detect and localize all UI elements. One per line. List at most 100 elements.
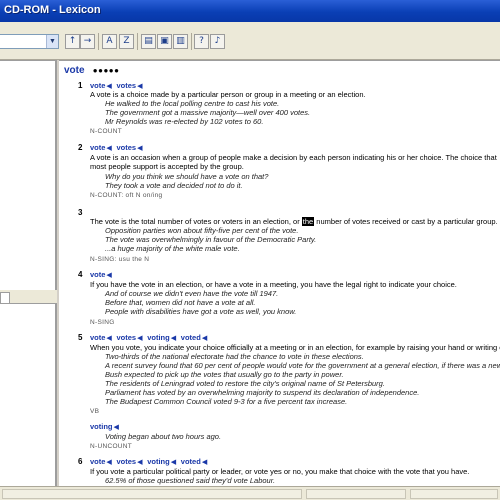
headword-line: vote ●●●●● xyxy=(64,65,119,76)
definition: The vote is the total number of votes or… xyxy=(90,217,498,226)
example: Voting began about two hours ago. xyxy=(105,432,222,441)
phrase-line: voting◀ xyxy=(90,422,122,431)
form-word: voted xyxy=(180,457,201,466)
pronounce-button[interactable]: ♪ xyxy=(210,34,225,49)
form-word: vote xyxy=(90,81,106,90)
sense-number: 2 xyxy=(78,143,83,152)
title-bar: CD-ROM - Lexicon xyxy=(0,0,500,22)
example: They took a vote and decided not to do i… xyxy=(105,181,243,190)
speaker-icon[interactable]: ◀ xyxy=(171,335,178,342)
sense-forms: vote◀ votes◀ xyxy=(90,143,145,152)
left-pane-tab[interactable] xyxy=(0,292,10,303)
word-list-pane[interactable] xyxy=(0,60,57,290)
speaker-icon[interactable]: ◀ xyxy=(137,83,144,90)
grammar-label: N-COUNT xyxy=(90,128,123,135)
forward-button[interactable]: → xyxy=(80,34,95,49)
speaker-icon[interactable]: ◀ xyxy=(106,459,113,466)
view-page-button[interactable]: ▣ xyxy=(157,34,172,49)
example: The residents of Leningrad voted to rest… xyxy=(105,379,385,388)
definition: If you have the vote in an election, or … xyxy=(90,280,457,289)
search-results-pane[interactable] xyxy=(0,304,57,486)
speaker-icon[interactable]: ◀ xyxy=(202,459,209,466)
phrase-word: voting xyxy=(90,422,113,431)
example: Before that, women did not have a vote a… xyxy=(105,298,256,307)
speaker-icon[interactable]: ◀ xyxy=(106,335,113,342)
grammar-label: N-UNCOUNT xyxy=(90,443,133,450)
frequency-dots: ●●●●● xyxy=(92,66,120,75)
entry-pane[interactable]: vote ●●●●● 1 vote◀ votes◀ A vote is a ch… xyxy=(59,60,500,486)
example: Bush expected to pick up the votes that … xyxy=(105,370,344,379)
form-word: votes xyxy=(116,457,137,466)
speaker-icon[interactable]: ◀ xyxy=(114,424,121,431)
example: People with disabilities have got a vote… xyxy=(105,307,297,316)
example: A recent survey found that 60 per cent o… xyxy=(105,361,500,370)
definition-part: number of votes received or cast by a pa… xyxy=(314,217,498,226)
headword: vote xyxy=(64,65,85,76)
grammar-label: N-COUNT: oft N on/ing xyxy=(90,192,163,199)
status-cell xyxy=(410,489,498,499)
speaker-icon[interactable]: ◀ xyxy=(106,272,113,279)
chevron-down-icon[interactable]: ▼ xyxy=(46,35,58,48)
book-view-icon: ▥ xyxy=(176,36,185,46)
definition: A vote is a choice made by a particular … xyxy=(90,90,366,99)
speaker-icon[interactable]: ◀ xyxy=(106,83,113,90)
speaker-icon[interactable]: ◀ xyxy=(171,459,178,466)
definition: A vote is an occasion when a group of pe… xyxy=(90,153,497,171)
example: And of course we didn't even have the vo… xyxy=(105,289,279,298)
status-cell xyxy=(306,489,406,499)
example: Mr Reynolds was re-elected by 102 votes … xyxy=(105,117,264,126)
grammar-label: N-SING: usu the N xyxy=(90,256,150,263)
form-word: votes xyxy=(116,143,137,152)
form-word: votes xyxy=(116,81,137,90)
sort-az-button[interactable]: A xyxy=(102,34,117,49)
sense-forms: vote◀ votes◀ voting◀ voted◀ xyxy=(90,333,210,342)
example: ...a huge majority of the white male vot… xyxy=(105,244,240,253)
speaker-icon[interactable]: ◀ xyxy=(137,145,144,152)
form-word: vote xyxy=(90,143,106,152)
sort-za-button[interactable]: Z xyxy=(119,34,134,49)
sense-forms: vote◀ votes◀ xyxy=(90,81,145,90)
sense-number: 1 xyxy=(78,81,83,90)
grammar-label: N-SING xyxy=(90,319,115,326)
definition: If you vote a particular political party… xyxy=(90,467,470,476)
list-view-icon: ▤ xyxy=(144,36,153,46)
speaker-icon[interactable]: ◀ xyxy=(137,459,144,466)
window-title: CD-ROM - Lexicon xyxy=(4,4,101,16)
definition-part: The vote is the total number of votes or… xyxy=(90,217,302,226)
speaker-icon[interactable]: ◀ xyxy=(137,335,144,342)
view-book-button[interactable]: ▥ xyxy=(173,34,188,49)
sense-forms: vote◀ xyxy=(90,270,114,279)
speaker-icon[interactable]: ◀ xyxy=(106,145,113,152)
sort-z-icon: Z xyxy=(123,36,130,46)
toolbar: ▼ ↑ → A Z ▤ ▣ ▥ ? ♪ xyxy=(0,22,500,60)
sense-forms: vote◀ votes◀ voting◀ voted◀ xyxy=(90,457,210,466)
forward-arrow-icon: → xyxy=(83,36,92,46)
help-icon: ? xyxy=(199,36,204,46)
left-pane-tabs xyxy=(0,290,57,304)
sense-number: 3 xyxy=(78,208,83,217)
grammar-label: VB xyxy=(90,408,100,415)
example: Parliament has voted by an overwhelming … xyxy=(105,388,420,397)
form-word: vote xyxy=(90,270,106,279)
form-word: vote xyxy=(90,333,106,342)
view-list-button[interactable]: ▤ xyxy=(141,34,156,49)
help-button[interactable]: ? xyxy=(194,34,209,49)
speaker-icon[interactable]: ◀ xyxy=(202,335,209,342)
form-word: voted xyxy=(180,333,201,342)
example: Two-thirds of the national electorate ha… xyxy=(105,352,364,361)
toolbar-separator xyxy=(191,33,192,50)
sense-number: 6 xyxy=(78,457,83,466)
example: The Budapest Common Council voted 9-3 fo… xyxy=(105,397,348,406)
toolbar-separator xyxy=(137,33,138,50)
status-bar xyxy=(0,486,500,500)
sense-number: 4 xyxy=(78,270,83,279)
search-highlight: the xyxy=(301,217,315,226)
sort-a-icon: A xyxy=(106,36,113,46)
search-combo-box[interactable]: ▼ xyxy=(0,34,59,49)
back-arrow-icon: ↑ xyxy=(68,36,77,46)
example: The government got a massive majority—we… xyxy=(105,108,311,117)
form-word: voting xyxy=(147,333,170,342)
definition: When you vote, you indicate your choice … xyxy=(90,343,500,352)
example: The vote was overwhelmingly in favour of… xyxy=(105,235,317,244)
back-button[interactable]: ↑ xyxy=(65,34,80,49)
